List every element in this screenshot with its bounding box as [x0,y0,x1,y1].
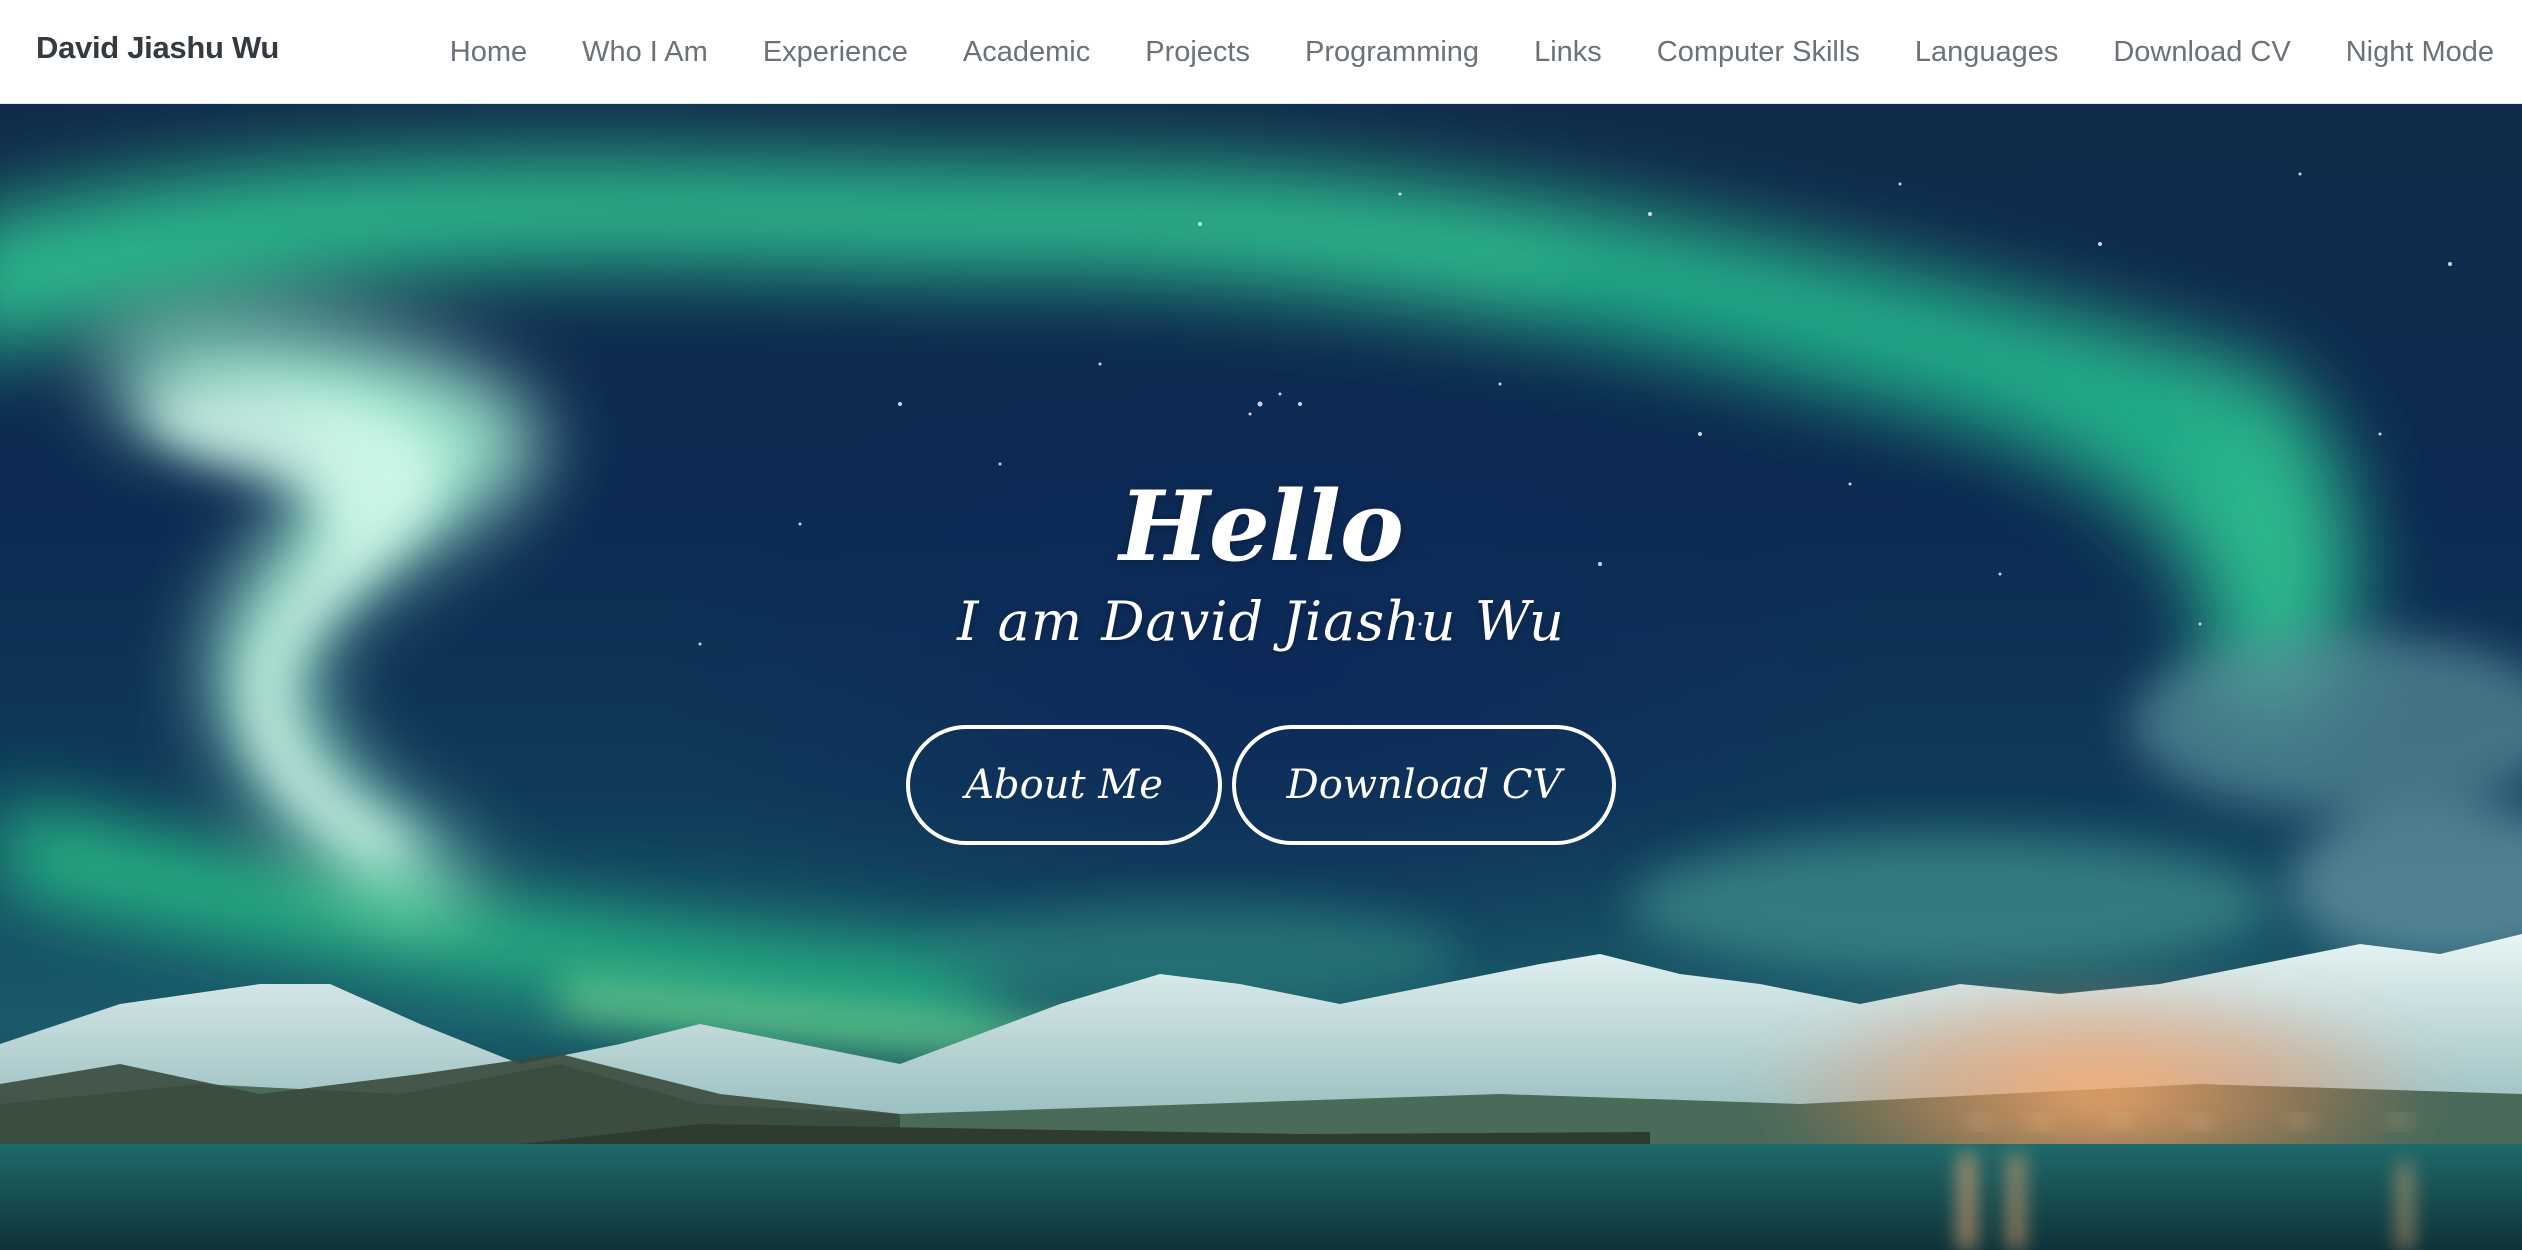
about-me-button[interactable]: About Me [906,724,1222,845]
nav-languages[interactable]: Languages [1915,36,2059,69]
hero-title: Hello [1119,470,1404,583]
hero-content: Hello I am David Jiashu Wu About Me Down… [0,474,2522,845]
hero-buttons: About Me Download CV [0,724,2522,845]
download-cv-button[interactable]: Download CV [1232,724,1616,845]
nav-home[interactable]: Home [450,36,527,69]
hero-subtitle: I am David Jiashu Wu [957,589,1565,653]
nav-programming[interactable]: Programming [1305,36,1479,69]
brand-logo[interactable]: David Jiashu Wu [36,30,279,66]
nav-night-mode[interactable]: Night Mode [2346,36,2494,69]
nav-who-i-am[interactable]: Who I Am [582,36,708,69]
nav-links[interactable]: Links [1534,36,1602,69]
nav-computer-skills[interactable]: Computer Skills [1657,36,1860,69]
nav-experience[interactable]: Experience [763,36,908,69]
nav-download-cv[interactable]: Download CV [2113,36,2290,69]
hero-section: Hello I am David Jiashu Wu About Me Down… [0,104,2522,1250]
nav-projects[interactable]: Projects [1145,36,1250,69]
nav-academic[interactable]: Academic [963,36,1090,69]
navbar: David Jiashu Wu Home Who I Am Experience… [0,0,2522,104]
nav-links: Home Who I Am Experience Academic Projec… [450,0,2494,104]
